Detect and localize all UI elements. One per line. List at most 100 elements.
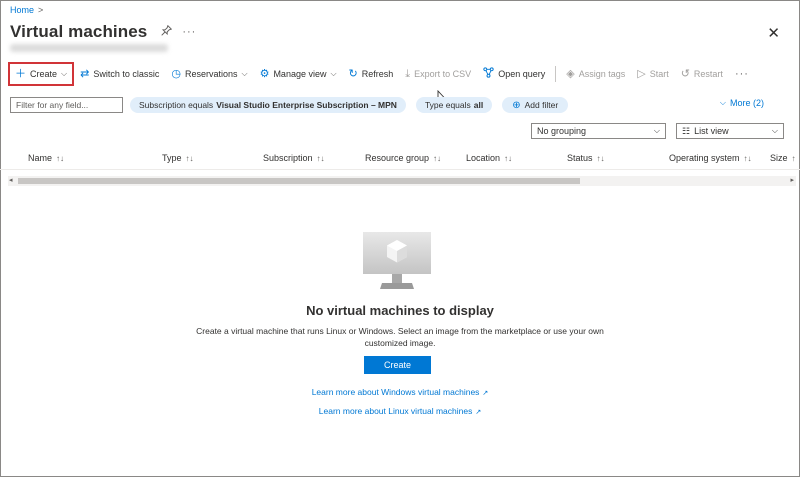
column-label: Subscription xyxy=(263,153,313,163)
restart-label: Restart xyxy=(693,69,723,79)
type-filter-prefix: Type equals xyxy=(424,100,471,110)
subscription-filter-pill[interactable]: Subscription equals Visual Studio Enterp… xyxy=(130,97,406,113)
column-label: Type xyxy=(162,153,182,163)
play-icon: ▷ xyxy=(637,67,646,80)
subscription-filter-value: Visual Studio Enterprise Subscription – … xyxy=(216,100,397,110)
empty-state-title: No virtual machines to display xyxy=(306,303,494,318)
switch-to-classic-button[interactable]: ⇄ Switch to classic xyxy=(74,63,165,85)
empty-state-create-button[interactable]: Create xyxy=(364,356,431,374)
column-header-name[interactable]: Name ↑↓ xyxy=(28,153,64,163)
pin-icon[interactable] xyxy=(161,24,173,39)
external-link-icon: ↗ xyxy=(475,409,482,416)
sort-icon: ↑↓ xyxy=(433,153,442,163)
column-label: Resource group xyxy=(365,153,430,163)
scroll-right-icon[interactable]: ▸ xyxy=(790,176,794,186)
chevron-down-icon: ⌵ xyxy=(719,98,726,107)
close-icon[interactable]: ✕ xyxy=(767,24,780,42)
column-label: Location xyxy=(466,153,501,163)
more-commands-icon[interactable]: ··· xyxy=(729,68,755,80)
add-filter-button[interactable]: ⊕ Add filter xyxy=(502,97,569,113)
start-label: Start xyxy=(649,69,669,79)
chevron-down-icon: ⌵ xyxy=(653,126,660,135)
learn-windows-vm-link[interactable]: Learn more about Windows virtual machine… xyxy=(0,387,800,397)
reservations-button[interactable]: ◷ Reservations ⌵ xyxy=(165,63,253,85)
empty-state-description: Create a virtual machine that runs Linux… xyxy=(196,326,604,348)
download-icon: ⤓ xyxy=(405,67,411,80)
view-selected: List view xyxy=(694,126,729,136)
breadcrumb-home-link[interactable]: Home xyxy=(10,5,34,15)
horizontal-scrollbar[interactable]: ◂ ▸ xyxy=(8,176,796,186)
type-filter-pill[interactable]: Type equals all xyxy=(415,97,493,113)
switch-to-classic-label: Switch to classic xyxy=(93,69,160,79)
column-header-type[interactable]: Type ↑↓ xyxy=(162,153,194,163)
switch-arrows-icon: ⇄ xyxy=(80,67,90,80)
learn-windows-vm-label: Learn more about Windows virtual machine… xyxy=(311,387,480,397)
scroll-left-icon[interactable]: ◂ xyxy=(9,176,13,186)
more-filters-label: More (2) xyxy=(729,98,764,108)
clock-icon: ◷ xyxy=(171,67,181,80)
manage-view-label: Manage view xyxy=(273,69,327,79)
grouping-selected: No grouping xyxy=(537,126,587,136)
create-button[interactable]: ＋ Create ⌵ xyxy=(8,62,75,86)
column-header-resource-group[interactable]: Resource group ↑↓ xyxy=(365,153,441,163)
view-dropdown[interactable]: ☷ List view ⌵ xyxy=(676,123,784,139)
virtual-machine-illustration-icon xyxy=(362,232,432,290)
export-csv-label: Export to CSV xyxy=(414,69,472,79)
manage-view-button[interactable]: ⚙ Manage view ⌵ xyxy=(254,63,343,85)
chevron-down-icon: ⌵ xyxy=(241,69,248,78)
breadcrumb: Home > xyxy=(10,5,43,15)
sort-icon: ↑↓ xyxy=(504,153,513,163)
open-query-label: Open query xyxy=(498,69,546,79)
toolbar-divider xyxy=(555,66,557,82)
assign-tags-button[interactable]: ◈ Assign tags xyxy=(560,63,631,85)
query-nodes-icon xyxy=(483,67,494,81)
learn-linux-vm-link[interactable]: Learn more about Linux virtual machines ↗ xyxy=(0,406,800,416)
chevron-down-icon: ⌵ xyxy=(61,69,68,78)
title-row: Virtual machines ··· xyxy=(10,22,196,42)
more-filters-button[interactable]: ⌵ More (2) xyxy=(720,98,764,108)
column-header-subscription[interactable]: Subscription ↑↓ xyxy=(263,153,325,163)
ellipsis-icon[interactable]: ··· xyxy=(182,26,196,38)
sort-icon: ↑↓ xyxy=(316,153,325,163)
column-label: Status xyxy=(567,153,593,163)
sort-icon: ↑↓ xyxy=(596,153,605,163)
chevron-down-icon: ⌵ xyxy=(771,126,778,135)
open-query-button[interactable]: Open query xyxy=(477,63,551,85)
refresh-label: Refresh xyxy=(361,69,394,79)
plus-icon: ＋ xyxy=(15,67,26,80)
add-filter-icon: ⊕ xyxy=(512,99,521,111)
gear-icon: ⚙ xyxy=(259,67,270,80)
restart-button[interactable]: ↺ Restart xyxy=(675,63,729,85)
filter-input[interactable] xyxy=(10,97,123,113)
assign-tags-label: Assign tags xyxy=(578,69,626,79)
column-header-location[interactable]: Location ↑↓ xyxy=(466,153,512,163)
grouping-row: No grouping ⌵ ☷ List view ⌵ xyxy=(531,123,784,139)
restart-icon: ↺ xyxy=(680,67,690,80)
column-label: Name xyxy=(28,153,53,163)
type-filter-value: all xyxy=(473,100,484,110)
grid-header: Name ↑↓ Type ↑↓ Subscription ↑↓ Resource… xyxy=(0,148,800,170)
tag-icon: ◈ xyxy=(566,67,575,80)
breadcrumb-separator: > xyxy=(38,5,44,15)
refresh-button[interactable]: ↻ Refresh xyxy=(343,63,400,85)
create-label: Create xyxy=(30,69,58,79)
grouping-dropdown[interactable]: No grouping ⌵ xyxy=(531,123,666,139)
sort-icon: ↑↓ xyxy=(743,153,752,163)
sort-icon: ↑↓ xyxy=(185,153,194,163)
column-header-operating-system[interactable]: Operating system ↑↓ xyxy=(669,153,752,163)
column-header-status[interactable]: Status ↑↓ xyxy=(567,153,605,163)
blurred-subtitle xyxy=(10,44,168,52)
filter-row: Subscription equals Visual Studio Enterp… xyxy=(10,96,569,114)
reservations-label: Reservations xyxy=(184,69,238,79)
external-link-icon: ↗ xyxy=(482,390,489,397)
column-header-size[interactable]: Size ↑ xyxy=(770,153,796,163)
add-filter-label: Add filter xyxy=(524,100,559,110)
subscription-filter-prefix: Subscription equals xyxy=(139,100,214,110)
page-title: Virtual machines xyxy=(10,22,148,41)
sort-icon: ↑↓ xyxy=(56,153,65,163)
start-button[interactable]: ▷ Start xyxy=(631,63,674,85)
refresh-icon: ↻ xyxy=(348,67,358,80)
list-view-icon: ☷ xyxy=(682,125,691,136)
export-csv-button[interactable]: ⤓ Export to CSV xyxy=(399,63,477,85)
scrollbar-thumb[interactable] xyxy=(18,178,580,184)
